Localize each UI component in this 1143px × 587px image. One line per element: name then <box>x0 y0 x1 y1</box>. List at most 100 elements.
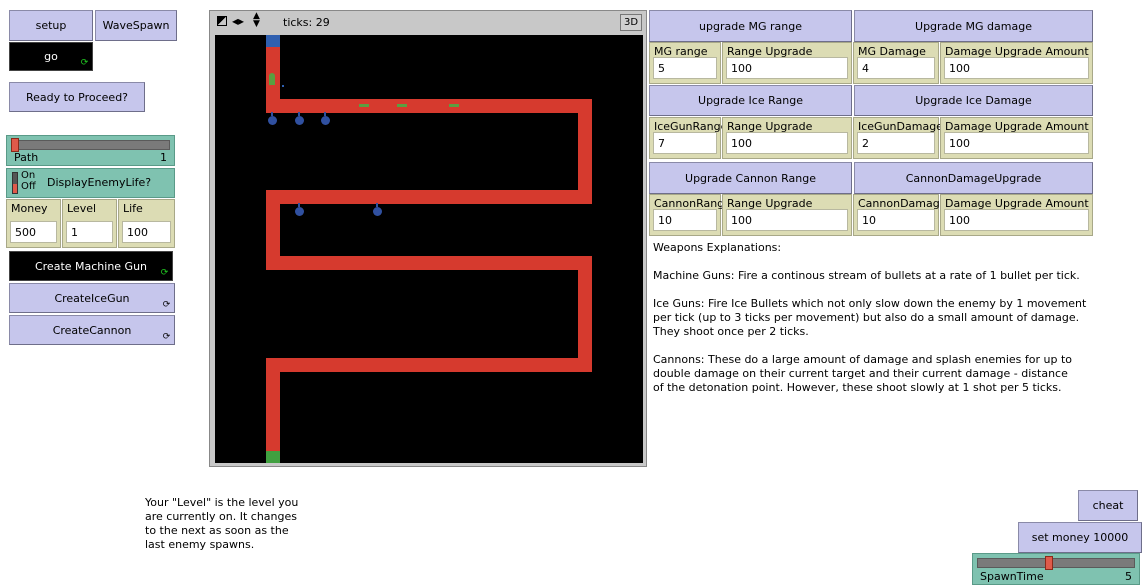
upgrade-mg-range-label: upgrade MG range <box>699 19 802 33</box>
spawntime-slider-knob[interactable] <box>1045 556 1054 570</box>
cannon-range-value[interactable]: 10 <box>653 209 717 231</box>
mg-range-amount-value[interactable]: 100 <box>726 57 848 79</box>
life-value: 100 <box>122 221 171 243</box>
path-slider-knob[interactable] <box>11 138 19 152</box>
spawntime-value: 5 <box>1125 570 1132 583</box>
turret-icon[interactable] <box>295 203 304 216</box>
road-segment <box>266 190 592 204</box>
resize-vertical-icon[interactable]: ▲ ▼ <box>253 12 260 29</box>
wavespawn-button[interactable]: WaveSpawn <box>95 10 177 41</box>
switch-off-label: Off <box>21 181 36 192</box>
enemy-icon <box>269 73 275 85</box>
path-slider-track[interactable] <box>11 140 170 150</box>
go-button[interactable]: go ⟳ <box>9 42 93 71</box>
create-ice-gun-button[interactable]: CreateIceGun ⟳ <box>9 283 175 313</box>
cannon-damage-input[interactable]: CannonDamage 10 <box>853 194 946 236</box>
machine-gun-explanation: Machine Guns: Fire a continous stream of… <box>653 269 1080 282</box>
ice-damage-value[interactable]: 2 <box>857 132 935 154</box>
switch-toggle[interactable] <box>12 172 18 194</box>
life-monitor: Life 100 <box>118 199 175 248</box>
path-slider[interactable]: Path 1 <box>6 135 175 166</box>
zoom-icon[interactable] <box>217 16 227 26</box>
turret-icon[interactable] <box>295 112 304 125</box>
upgrade-ice-range-label: Upgrade Ice Range <box>698 94 803 107</box>
forever-icon: ⟳ <box>80 58 89 68</box>
ready-to-proceed-button[interactable]: Ready to Proceed? <box>9 82 145 112</box>
set-money-button[interactable]: set money 10000 <box>1018 522 1142 553</box>
level-note: Your "Level" is the level you are curren… <box>145 496 302 551</box>
three-d-label: 3D <box>623 17 639 28</box>
level-monitor: Level 1 <box>62 199 117 248</box>
ice-range-amount-input[interactable]: Range Upgrade Amount 100 <box>722 117 852 159</box>
set-money-label: set money 10000 <box>1031 531 1129 544</box>
create-machine-gun-button[interactable]: Create Machine Gun ⟳ <box>9 251 173 281</box>
setup-button[interactable]: setup <box>9 10 93 41</box>
cannon-explanation: Cannons: These do a large amount of dama… <box>653 353 1076 394</box>
mg-damage-input[interactable]: MG Damage 4 <box>853 42 939 84</box>
money-value: 500 <box>10 221 57 243</box>
spawntime-slider-track[interactable] <box>977 558 1135 568</box>
upgrade-cannon-range-button[interactable]: Upgrade Cannon Range <box>649 162 852 194</box>
upgrade-ice-damage-button[interactable]: Upgrade Ice Damage <box>854 85 1093 116</box>
mg-range-input[interactable]: MG range 5 <box>649 42 721 84</box>
road-segment <box>578 99 592 203</box>
bullet-icon <box>449 104 459 107</box>
turret-icon[interactable] <box>268 112 277 125</box>
world-canvas[interactable] <box>215 35 643 463</box>
cheat-button[interactable]: cheat <box>1078 490 1138 521</box>
road-segment <box>578 256 592 372</box>
upgrade-mg-damage-label: Upgrade MG damage <box>915 19 1032 33</box>
go-button-label: go <box>44 50 58 63</box>
cannon-damage-amount-input[interactable]: Damage Upgrade Amount 100 <box>940 194 1093 236</box>
cannon-damage-upgrade-button[interactable]: CannonDamageUpgrade <box>854 162 1093 194</box>
mg-damage-amount-value[interactable]: 100 <box>944 57 1089 79</box>
setup-button-label: setup <box>35 19 67 32</box>
cannon-range-input[interactable]: CannonRange 10 <box>649 194 731 236</box>
turret-icon[interactable] <box>321 112 330 125</box>
ice-damage-amount-input[interactable]: Damage Upgrade Amount 100 <box>940 117 1093 159</box>
upgrade-mg-damage-button[interactable]: Upgrade MG damage <box>854 10 1093 42</box>
ice-damage-amount-value[interactable]: 100 <box>944 132 1089 154</box>
ice-range-amount-value[interactable]: 100 <box>726 132 848 154</box>
road-segment <box>266 358 592 372</box>
bullet-icon <box>397 104 407 107</box>
display-enemy-life-switch[interactable]: On Off DisplayEnemyLife? <box>6 168 175 198</box>
wavespawn-button-label: WaveSpawn <box>102 19 170 32</box>
cannon-damage-upgrade-label: CannonDamageUpgrade <box>905 171 1042 185</box>
cannon-damage-amount-value[interactable]: 100 <box>944 209 1089 231</box>
turret-icon[interactable] <box>373 203 382 216</box>
road-segment <box>266 99 592 113</box>
enemy-marker-icon <box>282 85 284 87</box>
mg-range-amount-input[interactable]: Range Upgrade Amount 100 <box>722 42 852 84</box>
spawn-tile <box>266 35 280 47</box>
cannon-damage-value[interactable]: 10 <box>857 209 935 231</box>
resize-horizontal-icon[interactable]: ◂▸ <box>232 14 244 28</box>
money-label: Money <box>11 202 48 215</box>
switch-label: DisplayEnemyLife? <box>47 176 152 189</box>
forever-icon: ⟳ <box>160 268 169 278</box>
spawntime-label: SpawnTime <box>980 570 1044 583</box>
create-mg-label: Create Machine Gun <box>34 259 148 273</box>
ice-range-input[interactable]: IceGunRange 7 <box>649 117 727 159</box>
road-segment <box>266 358 280 463</box>
upgrade-ice-range-button[interactable]: Upgrade Ice Range <box>649 85 852 116</box>
three-d-button[interactable]: 3D <box>620 14 642 31</box>
ready-button-label: Ready to Proceed? <box>25 90 129 104</box>
mg-damage-amount-input[interactable]: Damage Upgrade Amount 100 <box>940 42 1093 84</box>
ice-range-value[interactable]: 7 <box>653 132 717 154</box>
road-segment <box>266 256 592 270</box>
path-slider-value: 1 <box>160 151 167 164</box>
cannon-range-amount-value[interactable]: 100 <box>726 209 848 231</box>
money-monitor: Money 500 <box>6 199 61 248</box>
path-slider-label: Path <box>14 151 39 164</box>
ice-damage-input[interactable]: IceGunDamage 2 <box>853 117 943 159</box>
upgrade-mg-range-button[interactable]: upgrade MG range <box>649 10 852 42</box>
create-cannon-label: CreateCannon <box>52 323 132 337</box>
cannon-range-amount-input[interactable]: Range Upgrade Amount 100 <box>722 194 852 236</box>
spawntime-slider[interactable]: SpawnTime 5 <box>972 553 1140 585</box>
world-view: ◂▸ ▲ ▼ ticks: 29 3D <box>209 10 647 467</box>
create-cannon-button[interactable]: CreateCannon ⟳ <box>9 315 175 345</box>
mg-damage-value[interactable]: 4 <box>857 57 935 79</box>
view-toolbar: ◂▸ ▲ ▼ ticks: 29 3D <box>210 11 646 33</box>
mg-range-value[interactable]: 5 <box>653 57 717 79</box>
